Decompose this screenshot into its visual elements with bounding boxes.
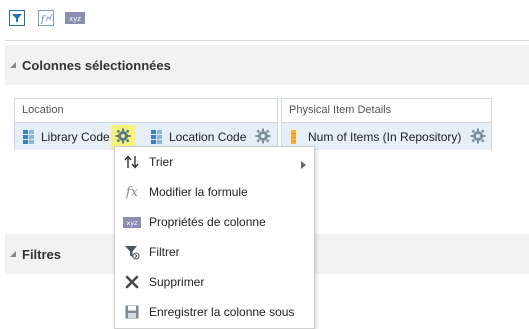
toolbar-divider: [5, 40, 529, 41]
num-of-items-gear-button[interactable]: [466, 125, 490, 149]
menu-item-label: Trier: [149, 155, 174, 169]
column-group-location: Location Library Code Location Code: [14, 98, 278, 150]
sort-icon: [119, 155, 145, 169]
filter-toggle-button[interactable]: [8, 10, 26, 26]
menu-item-label: Filtrer: [149, 245, 180, 259]
menu-item-column-properties[interactable]: xyz Propriétés de colonne: [115, 207, 314, 237]
column-context-menu: Trier fx Modifier la formule xyz Proprié…: [114, 146, 315, 329]
xyz-icon-text: xyz: [69, 15, 81, 23]
column-num-of-items[interactable]: Num of Items (In Repository): [290, 123, 461, 151]
column-group-label: Physical Item Details: [289, 104, 392, 116]
attribute-column-icon: [151, 130, 163, 144]
delete-x-icon: [119, 275, 145, 289]
column-group-physical-item-details: Physical Item Details Num of Items (In R…: [281, 98, 492, 150]
measure-column-icon: [290, 130, 302, 144]
gear-icon: [470, 128, 486, 147]
menu-item-save-column-as[interactable]: Enregistrer la colonne sous: [115, 297, 314, 327]
xyz-icon: xyz: [65, 12, 85, 24]
filter-icon: [119, 244, 145, 260]
xyz-icon-text: xyz: [126, 219, 138, 227]
column-label: Library Code: [41, 130, 110, 144]
menu-item-edit-formula[interactable]: fx Modifier la formule: [115, 177, 314, 207]
formula-icon: f: [38, 10, 54, 26]
menu-item-label: Propriétés de colonne: [149, 215, 266, 229]
menu-item-label: Modifier la formule: [149, 185, 248, 199]
selected-columns-title: Colonnes sélectionnées: [22, 57, 171, 73]
column-library-code[interactable]: Library Code: [23, 123, 110, 151]
menu-item-filter[interactable]: Filtrer: [115, 237, 314, 267]
gear-icon: [255, 128, 271, 147]
gear-icon: [115, 128, 131, 147]
fx-icon: fx: [119, 185, 145, 200]
criteria-toolbar: f xyz: [0, 0, 529, 36]
formula-button[interactable]: f: [37, 10, 55, 26]
submenu-arrow-icon: [301, 158, 306, 172]
menu-item-label: Enregistrer la colonne sous: [149, 305, 295, 319]
xyz-icon: xyz: [119, 216, 145, 228]
fx-glyph: fx: [125, 184, 139, 200]
column-group-label: Location: [22, 104, 64, 116]
menu-item-delete[interactable]: Supprimer: [115, 267, 314, 297]
menu-item-sort[interactable]: Trier: [115, 147, 314, 177]
filter-icon: [9, 10, 25, 26]
column-properties-button[interactable]: xyz: [65, 10, 85, 26]
selected-columns-header[interactable]: Colonnes sélectionnées: [5, 45, 529, 85]
menu-item-label: Supprimer: [149, 275, 205, 289]
attribute-column-icon: [23, 130, 35, 144]
column-label: Num of Items (In Repository): [308, 130, 462, 144]
collapse-triangle-icon[interactable]: [9, 250, 19, 258]
save-icon: [119, 305, 145, 319]
column-label: Location Code: [169, 130, 247, 144]
collapse-triangle-icon[interactable]: [9, 61, 19, 69]
filters-title: Filtres: [22, 246, 62, 262]
